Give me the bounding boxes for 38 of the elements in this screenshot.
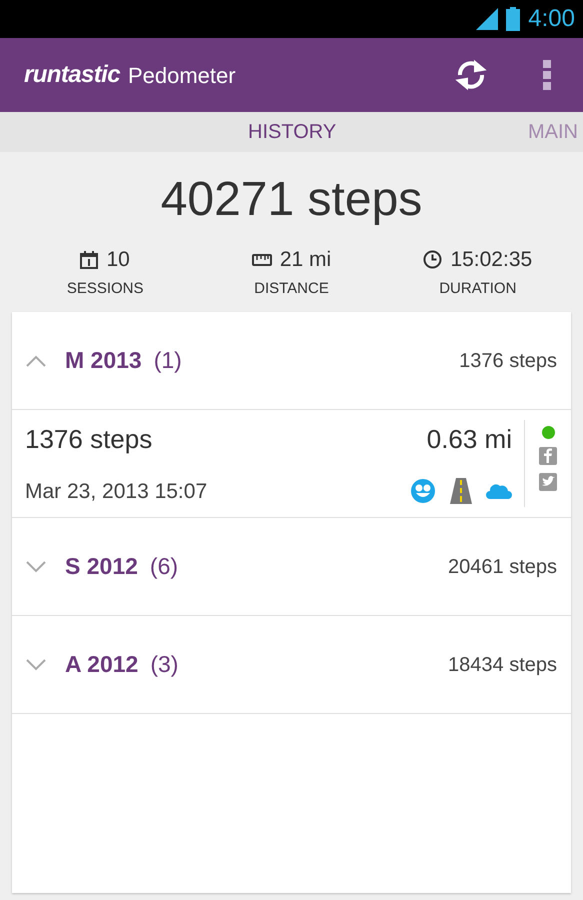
app-logo: runtastic bbox=[24, 60, 120, 90]
tab[interactable]: HISTORY bbox=[248, 112, 336, 152]
group-steps: 18434 steps bbox=[448, 650, 557, 680]
stat-value: 21 mi bbox=[280, 247, 332, 273]
total-steps: 40271 steps bbox=[0, 172, 583, 228]
group-count: (1) bbox=[154, 346, 182, 376]
stat-label: DURATION bbox=[439, 278, 516, 298]
road-icon bbox=[450, 478, 472, 504]
signal-icon bbox=[476, 8, 498, 30]
group-count: (6) bbox=[150, 552, 178, 582]
cloud-icon bbox=[486, 482, 512, 500]
overflow-menu-button[interactable] bbox=[543, 60, 551, 90]
smiley-icon bbox=[410, 478, 436, 504]
group-title: S 2012 bbox=[65, 552, 138, 582]
group-header[interactable]: M 2013 (1) 1376 steps bbox=[12, 312, 571, 410]
clock-icon bbox=[423, 250, 442, 270]
group-header[interactable]: A 2012 (3) 18434 steps bbox=[12, 616, 571, 714]
stat-value: 15:02:35 bbox=[450, 247, 532, 273]
stat-value: 10 bbox=[106, 247, 130, 273]
session-date: Mar 23, 2013 15:07 bbox=[25, 478, 208, 504]
group-steps: 20461 steps bbox=[448, 552, 557, 582]
battery-icon bbox=[506, 7, 520, 31]
twitter-icon[interactable] bbox=[539, 473, 557, 491]
calendar-icon bbox=[80, 250, 98, 269]
group-header[interactable]: S 2012 (6) 20461 steps bbox=[12, 518, 571, 616]
app-title: Pedometer bbox=[128, 62, 236, 90]
stat-label: DISTANCE bbox=[254, 278, 329, 298]
ruler-icon bbox=[252, 254, 272, 266]
group-steps: 1376 steps bbox=[459, 346, 557, 376]
session-distance: 0.63 mi bbox=[426, 423, 512, 456]
clock-time: 4:00 bbox=[528, 4, 575, 34]
session-row[interactable]: 1376 steps 0.63 mi Mar 23, 2013 15:07 bbox=[12, 410, 571, 518]
facebook-icon[interactable] bbox=[539, 447, 557, 465]
group-title: A 2012 bbox=[65, 650, 138, 680]
stat-label: SESSIONS bbox=[66, 278, 144, 298]
group-count: (3) bbox=[150, 650, 178, 680]
group-title: M 2013 bbox=[65, 346, 142, 376]
session-steps: 1376 steps bbox=[25, 420, 152, 459]
